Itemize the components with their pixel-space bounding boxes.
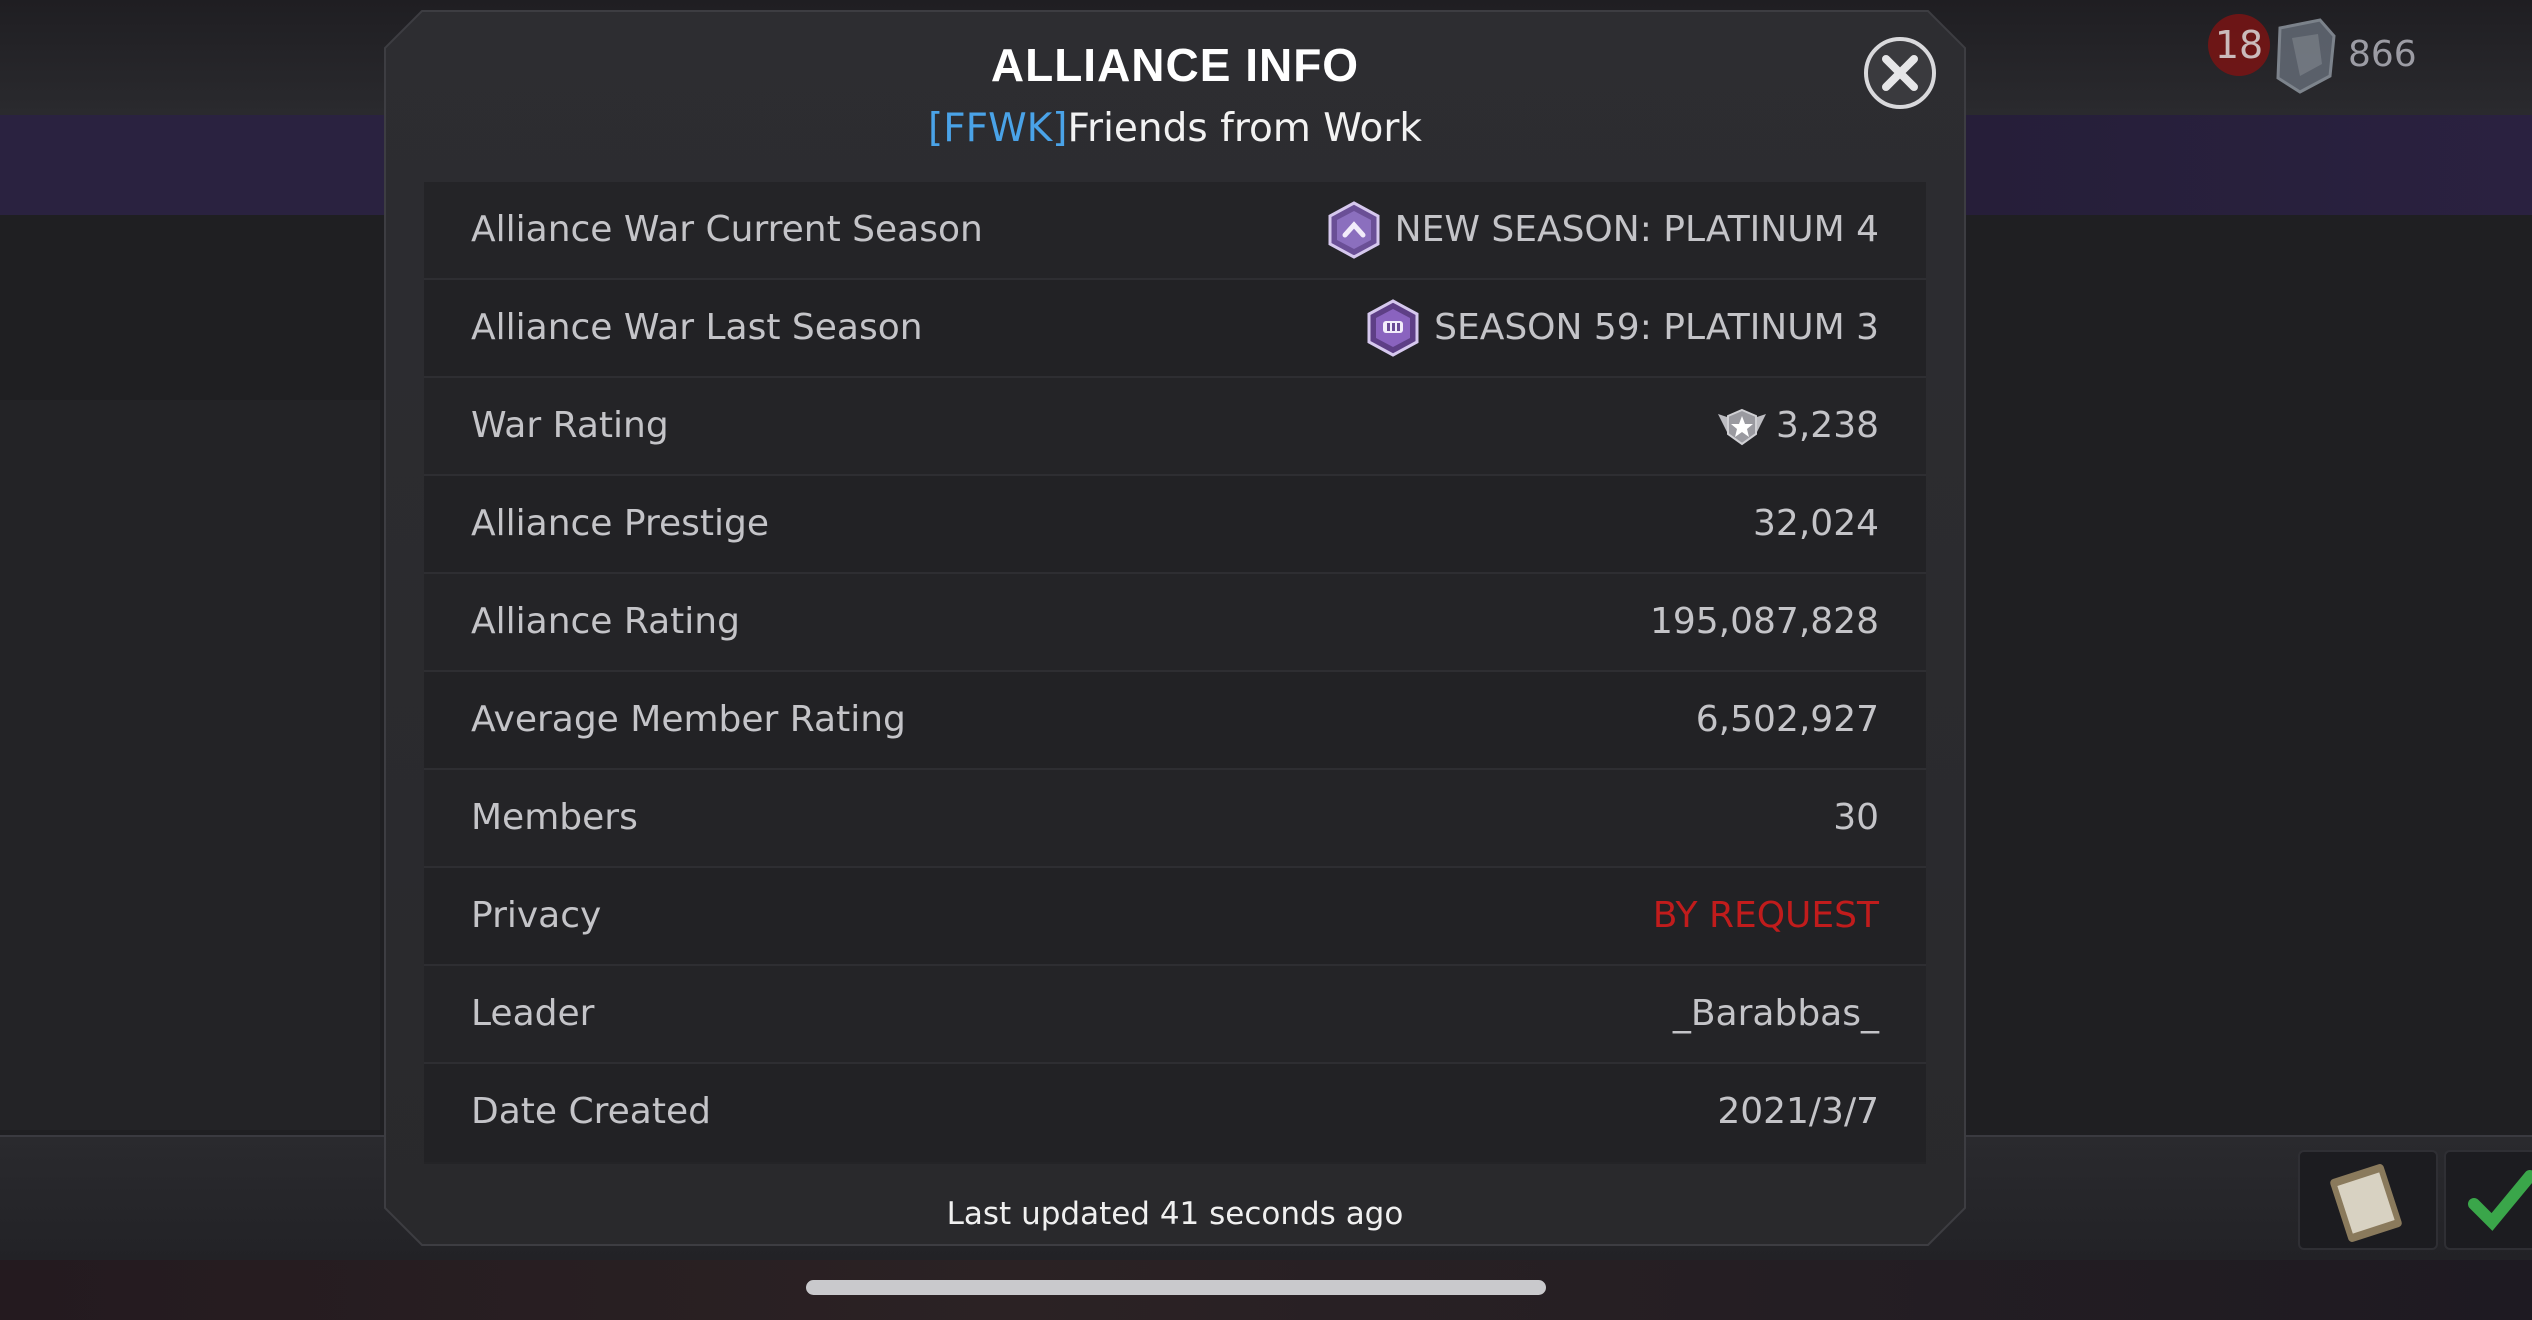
last-season-text: SEASON 59: PLATINUM 3 (1434, 307, 1879, 348)
row-label: Privacy (471, 895, 602, 936)
leader-name[interactable]: _Barabbas_ (1673, 966, 1879, 1062)
alliance-info-table: Alliance War Current Season NEW SEASON: … (424, 182, 1926, 1164)
alliance-name: Friends from Work (1067, 106, 1422, 151)
row-label: Date Created (471, 1091, 711, 1132)
close-x-icon (1882, 55, 1918, 91)
complete-button[interactable] (2444, 1150, 2532, 1250)
row-label: Alliance War Last Season (471, 307, 923, 348)
info-row-average-member-rating: Average Member Rating 6,502,927 (424, 672, 1926, 770)
row-value: 2021/3/7 (1717, 1091, 1879, 1132)
home-indicator[interactable] (806, 1280, 1546, 1295)
info-row-prestige: Alliance Prestige 32,024 (424, 476, 1926, 574)
row-value: 6,502,927 (1695, 699, 1879, 740)
info-row-current-season: Alliance War Current Season NEW SEASON: … (424, 182, 1926, 280)
background-side-panel (0, 400, 380, 1130)
last-updated-text: Last updated 41 seconds ago (946, 1196, 1404, 1232)
info-row-date-created: Date Created 2021/3/7 (424, 1064, 1926, 1162)
row-value: 32,024 (1753, 503, 1879, 544)
war-rating-value: 3,238 (1775, 405, 1879, 446)
row-label: War Rating (471, 405, 669, 446)
alliance-name-line: [FFWK]Friends from Work (384, 106, 1966, 151)
row-label: Alliance Rating (471, 601, 740, 642)
row-label: Members (471, 797, 638, 838)
info-row-war-rating: War Rating 3,238 (424, 378, 1926, 476)
alliance-tag: [FFWK] (928, 106, 1068, 151)
clipboard-icon (2330, 1164, 2402, 1242)
row-label: Alliance War Current Season (471, 209, 983, 250)
row-value: SEASON 59: PLATINUM 3 (1366, 280, 1879, 376)
info-row-leader: Leader _Barabbas_ (424, 966, 1926, 1064)
row-label: Leader (471, 993, 595, 1034)
platinum-season-badge-icon (1328, 201, 1380, 259)
war-rating-star-icon (1717, 408, 1766, 446)
info-row-last-season: Alliance War Last Season SEASON 59: PLAT… (424, 280, 1926, 378)
platinum-3-season-badge-icon (1367, 299, 1419, 357)
quest-log-button[interactable] (2298, 1150, 2438, 1250)
modal-title: ALLIANCE INFO (990, 39, 1360, 91)
row-value: 30 (1833, 797, 1879, 838)
info-row-privacy: Privacy BY REQUEST (424, 868, 1926, 966)
checkmark-icon (2468, 1170, 2532, 1231)
row-value: NEW SEASON: PLATINUM 4 (1327, 182, 1879, 278)
row-value: 3,238 (1714, 378, 1879, 474)
row-label: Alliance Prestige (471, 503, 770, 544)
current-season-text: NEW SEASON: PLATINUM 4 (1394, 209, 1879, 250)
alliance-info-modal: ALLIANCE INFO [FFWK]Friends from Work Al… (384, 10, 1966, 1246)
shield-currency-icon (2276, 18, 2336, 94)
privacy-value: BY REQUEST (1652, 895, 1879, 936)
close-button[interactable] (1864, 37, 1936, 109)
info-row-members: Members 30 (424, 770, 1926, 868)
info-row-alliance-rating: Alliance Rating 195,087,828 (424, 574, 1926, 672)
row-label: Average Member Rating (471, 699, 906, 740)
row-value: 195,087,828 (1649, 601, 1879, 642)
currency-count: 866 (2348, 34, 2417, 75)
notification-badge[interactable]: 18 (2208, 14, 2270, 76)
